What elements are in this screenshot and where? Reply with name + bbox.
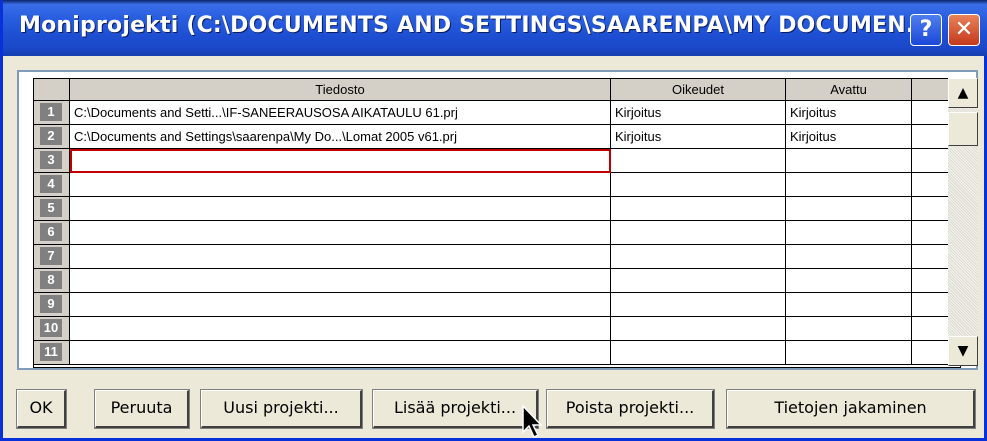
row-number: 4 — [40, 175, 62, 193]
mouse-pointer-icon — [522, 405, 543, 439]
row-number: 8 — [40, 271, 62, 289]
cell-opened[interactable] — [786, 317, 912, 341]
row-number: 10 — [40, 319, 62, 337]
cell-opened[interactable] — [786, 197, 912, 221]
cell-rights[interactable] — [611, 221, 786, 245]
cell-file[interactable] — [70, 269, 611, 293]
row-header[interactable]: 10 — [34, 317, 70, 341]
row-number: 5 — [40, 199, 62, 217]
row-header[interactable]: 8 — [34, 269, 70, 293]
cell-file[interactable] — [70, 173, 611, 197]
cell-opened[interactable] — [786, 221, 912, 245]
share-data-button[interactable]: Tietojen jakaminen — [726, 389, 976, 429]
scroll-down-icon[interactable]: ▼ — [948, 336, 978, 366]
cell-opened[interactable] — [786, 293, 912, 317]
row-number: 1 — [40, 103, 62, 121]
cell-rights[interactable] — [611, 197, 786, 221]
dialog-window: Moniprojekti (C:\DOCUMENTS AND SETTINGS\… — [0, 0, 987, 441]
cell-file[interactable]: C:\Documents and Settings\saarenpa\My Do… — [70, 125, 611, 149]
cell-opened[interactable] — [786, 173, 912, 197]
cell-rights[interactable] — [611, 341, 786, 365]
column-header-opened[interactable]: Avattu — [786, 79, 912, 101]
row-header[interactable]: 11 — [34, 341, 70, 365]
cell-file[interactable] — [70, 317, 611, 341]
close-button[interactable]: ✕ — [948, 14, 980, 46]
cell-file-selected[interactable] — [70, 149, 611, 173]
cell-rights[interactable] — [611, 293, 786, 317]
cell-rights[interactable] — [611, 317, 786, 341]
cell-opened[interactable]: Kirjoitus — [786, 101, 912, 125]
row-number: 2 — [40, 127, 62, 145]
new-project-button[interactable]: Uusi projekti... — [200, 389, 363, 429]
row-header[interactable]: 7 — [34, 245, 70, 269]
cell-file[interactable] — [70, 293, 611, 317]
cell-rights[interactable] — [611, 149, 786, 173]
ok-button[interactable]: OK — [16, 389, 67, 429]
row-number: 11 — [40, 343, 62, 361]
cell-rights[interactable]: Kirjoitus — [611, 101, 786, 125]
row-header[interactable]: 2 — [34, 125, 70, 149]
project-grid: Tiedosto Oikeudet Avattu 1 C:\Documents a… — [33, 78, 961, 368]
cancel-button[interactable]: Peruuta — [94, 389, 190, 429]
row-number: 6 — [40, 223, 62, 241]
cell-opened[interactable] — [786, 341, 912, 365]
vertical-scrollbar[interactable]: ▲ ▼ — [948, 78, 978, 366]
cell-rights[interactable] — [611, 269, 786, 293]
row-header[interactable]: 6 — [34, 221, 70, 245]
cell-opened[interactable] — [786, 245, 912, 269]
cell-rights[interactable] — [611, 173, 786, 197]
title-bar[interactable]: Moniprojekti (C:\DOCUMENTS AND SETTINGS\… — [3, 0, 987, 56]
cell-rights[interactable]: Kirjoitus — [611, 125, 786, 149]
column-header-rights[interactable]: Oikeudet — [611, 79, 786, 101]
row-header[interactable]: 1 — [34, 101, 70, 125]
row-header[interactable]: 3 — [34, 149, 70, 173]
remove-project-button[interactable]: Poista projekti... — [546, 389, 715, 429]
cell-file[interactable] — [70, 221, 611, 245]
row-header[interactable]: 5 — [34, 197, 70, 221]
corner-header — [34, 79, 70, 101]
cell-file[interactable] — [70, 245, 611, 269]
scroll-up-icon[interactable]: ▲ — [948, 78, 978, 108]
cell-file[interactable] — [70, 341, 611, 365]
row-number: 7 — [40, 247, 62, 265]
help-button[interactable]: ? — [910, 14, 942, 46]
cell-file[interactable] — [70, 197, 611, 221]
window-title: Moniprojekti (C:\DOCUMENTS AND SETTINGS\… — [19, 13, 932, 38]
cell-opened[interactable] — [786, 149, 912, 173]
row-header[interactable]: 4 — [34, 173, 70, 197]
column-header-file[interactable]: Tiedosto — [70, 79, 611, 101]
cell-opened[interactable] — [786, 269, 912, 293]
scroll-thumb[interactable] — [948, 112, 978, 146]
row-number: 3 — [40, 151, 62, 169]
project-grid-frame: Tiedosto Oikeudet Avattu 1 C:\Documents a… — [17, 70, 978, 370]
cell-file[interactable]: C:\Documents and Setti...\IF-SANEERAUSOS… — [70, 101, 611, 125]
add-project-button[interactable]: Lisää projekti... — [372, 389, 539, 429]
row-number: 9 — [40, 295, 62, 313]
cell-opened[interactable]: Kirjoitus — [786, 125, 912, 149]
cell-rights[interactable] — [611, 245, 786, 269]
row-header[interactable]: 9 — [34, 293, 70, 317]
